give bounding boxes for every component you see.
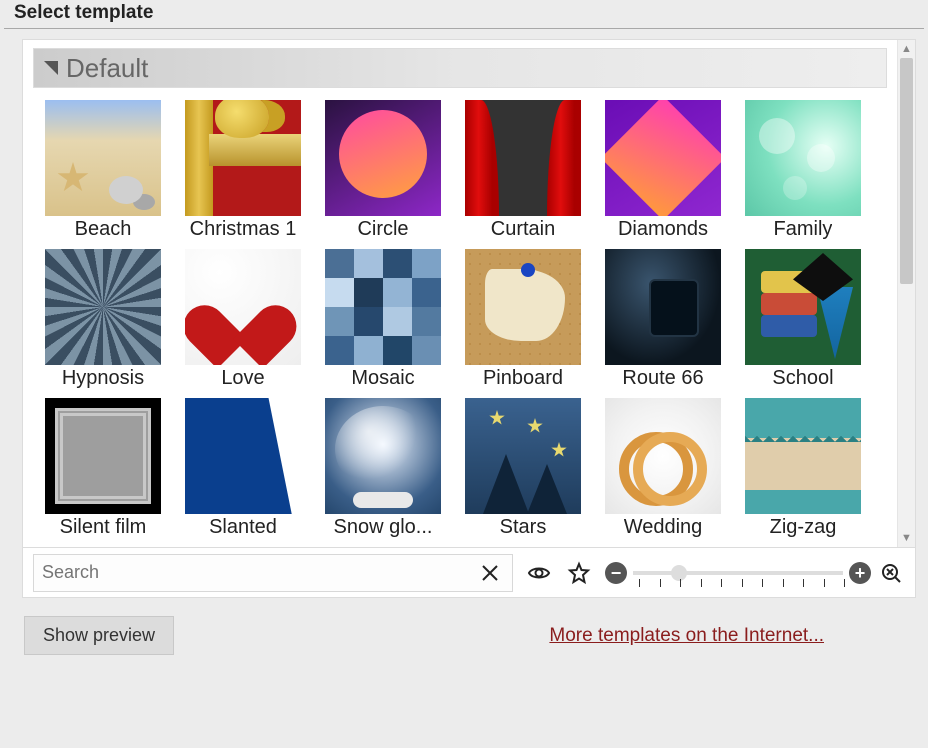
template-label: Zig-zag: [770, 514, 837, 539]
template-thumbnail: [605, 100, 721, 216]
template-tile[interactable]: Love: [173, 249, 313, 390]
template-label: Silent film: [60, 514, 147, 539]
template-label: Circle: [357, 216, 408, 241]
template-label: Family: [774, 216, 833, 241]
template-tile[interactable]: Family: [733, 100, 873, 241]
template-thumbnail: [325, 398, 441, 514]
template-thumbnail: [185, 100, 301, 216]
template-label: Mosaic: [351, 365, 414, 390]
template-label: Love: [221, 365, 264, 390]
template-tile[interactable]: Wedding: [593, 398, 733, 539]
template-tile[interactable]: Circle: [313, 100, 453, 241]
category-header[interactable]: Default: [33, 48, 887, 88]
template-thumbnail: [325, 249, 441, 365]
scroll-track[interactable]: [898, 58, 915, 529]
template-tile[interactable]: Curtain: [453, 100, 593, 241]
template-thumbnail: [465, 249, 581, 365]
template-label: Beach: [75, 216, 132, 241]
zoom-track[interactable]: [633, 571, 843, 575]
scrollbar[interactable]: ▲ ▼: [897, 40, 915, 547]
template-tile[interactable]: Snow glo...: [313, 398, 453, 539]
template-thumbnail: [465, 100, 581, 216]
templates-grid: Beach Christmas 1 Circle Curtain Diamonds Fam…: [33, 100, 887, 539]
scroll-down-arrow-icon[interactable]: ▼: [898, 529, 915, 547]
scroll-up-arrow-icon[interactable]: ▲: [898, 40, 915, 58]
template-label: Hypnosis: [62, 365, 144, 390]
template-thumbnail: [745, 398, 861, 514]
template-tile[interactable]: Silent film: [33, 398, 173, 539]
template-label: Stars: [500, 514, 547, 539]
template-thumbnail: [185, 249, 301, 365]
template-tile[interactable]: Diamonds: [593, 100, 733, 241]
template-tile[interactable]: Route 66: [593, 249, 733, 390]
zoom-reset-icon[interactable]: [877, 559, 905, 587]
template-label: Route 66: [622, 365, 703, 390]
template-tile[interactable]: Christmas 1: [173, 100, 313, 241]
zoom-out-button[interactable]: −: [605, 562, 627, 584]
template-label: Curtain: [491, 216, 555, 241]
toolbar: − +: [22, 548, 916, 598]
template-label: Diamonds: [618, 216, 708, 241]
template-thumbnail: [45, 398, 161, 514]
template-tile[interactable]: Beach: [33, 100, 173, 241]
template-label: Christmas 1: [190, 216, 297, 241]
template-label: Slanted: [209, 514, 277, 539]
zoom-slider: − +: [605, 557, 905, 589]
search-box: [33, 554, 513, 592]
template-tile[interactable]: Zig-zag: [733, 398, 873, 539]
template-thumbnail: [745, 100, 861, 216]
template-thumbnail: [185, 398, 301, 514]
template-thumbnail: [745, 249, 861, 365]
window-title: Select template: [4, 0, 924, 29]
scroll-thumb[interactable]: [900, 58, 913, 284]
template-tile[interactable]: Stars: [453, 398, 593, 539]
template-thumbnail: [45, 249, 161, 365]
show-preview-button[interactable]: Show preview: [24, 616, 174, 655]
preview-eye-icon[interactable]: [525, 559, 553, 587]
favorite-star-icon[interactable]: [565, 559, 593, 587]
template-thumbnail: [605, 249, 721, 365]
template-thumbnail: [325, 100, 441, 216]
templates-panel: Default Beach Christmas 1 Circle Curtain Dia…: [22, 39, 916, 548]
template-label: Pinboard: [483, 365, 563, 390]
template-tile[interactable]: Hypnosis: [33, 249, 173, 390]
template-label: Wedding: [624, 514, 703, 539]
template-thumbnail: [605, 398, 721, 514]
collapse-triangle-icon: [44, 61, 58, 75]
search-input[interactable]: [42, 562, 476, 583]
footer: Show preview More templates on the Inter…: [24, 616, 904, 655]
more-templates-link[interactable]: More templates on the Internet...: [549, 625, 824, 647]
template-tile[interactable]: School: [733, 249, 873, 390]
template-tile[interactable]: Mosaic: [313, 249, 453, 390]
clear-search-icon[interactable]: [476, 559, 504, 587]
template-tile[interactable]: Slanted: [173, 398, 313, 539]
template-thumbnail: [45, 100, 161, 216]
template-thumbnail: [465, 398, 581, 514]
zoom-in-button[interactable]: +: [849, 562, 871, 584]
category-label: Default: [66, 53, 148, 84]
template-label: School: [772, 365, 833, 390]
zoom-ticks: [639, 579, 845, 587]
template-tile[interactable]: Pinboard: [453, 249, 593, 390]
template-label: Snow glo...: [334, 514, 433, 539]
